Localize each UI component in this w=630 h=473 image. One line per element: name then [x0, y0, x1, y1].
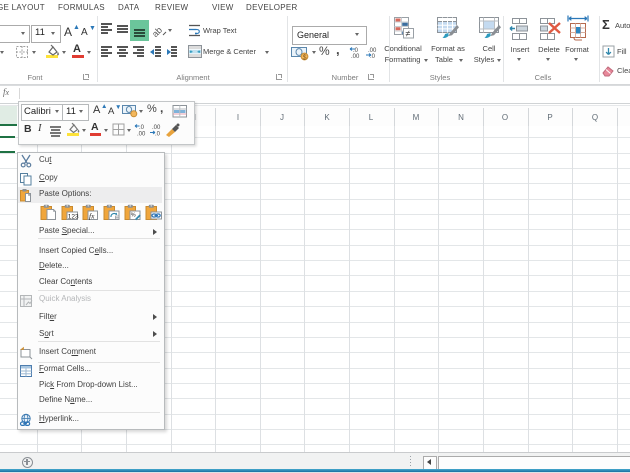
svg-text:.00: .00	[351, 54, 360, 59]
svg-text:.0: .0	[139, 125, 145, 131]
svg-text:.0: .0	[155, 132, 161, 137]
svg-text:≠: ≠	[406, 29, 411, 39]
svg-text:ab: ab	[151, 25, 164, 38]
svg-text:fx: fx	[89, 212, 95, 221]
svg-text:$: $	[303, 54, 307, 61]
svg-text:%: %	[130, 213, 135, 219]
svg-text:123: 123	[67, 214, 78, 221]
svg-text:.00: .00	[137, 132, 146, 137]
svg-text:.00: .00	[152, 125, 161, 131]
